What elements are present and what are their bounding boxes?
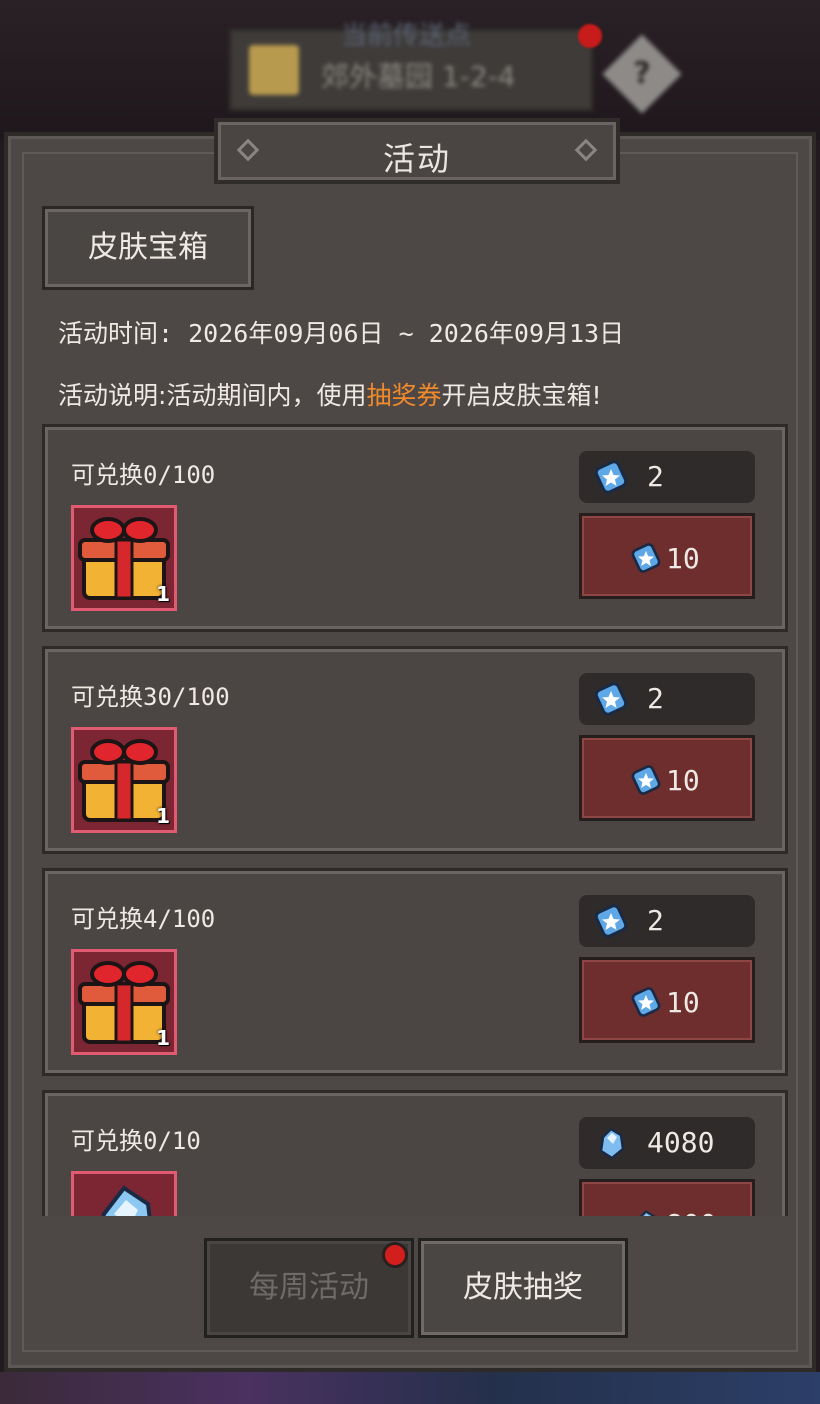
reward-slot[interactable]: 1 [71,949,177,1055]
owned-count: 2 [647,682,664,715]
notification-dot [382,1242,408,1268]
owned-count: 2 [647,904,664,937]
blue-gem-icon [639,1210,656,1216]
desc-label: 活动说明: [58,381,167,410]
location-name: 郊外墓园 1-2-4 [321,60,516,93]
time-label: 活动时间: [58,319,174,348]
desc-suffix: 开启皮肤宝箱! [441,381,602,410]
exchange-button[interactable]: 800 [579,1179,755,1216]
owned-tickets: 2 [579,451,755,503]
tab-skin-chest[interactable]: 皮肤宝箱 [42,206,254,290]
activity-time: 活动时间: 2026年09月06日 ~ 2026年09月13日 [58,314,624,350]
exchange-quota: 可兑换0/100 [71,461,216,489]
activity-panel: 活动 皮肤宝箱 活动时间: 2026年09月06日 ~ 2026年09月13日 … [4,118,816,1372]
exchange-price: 10 [666,542,700,575]
blue-gem-icon [599,1127,625,1160]
reward-slot[interactable] [71,1171,177,1216]
reward-slot[interactable]: 1 [71,505,177,611]
reward-count: 1 [156,582,170,606]
exchange-quota: 可兑换0/10 [71,1127,201,1155]
notification-dot [578,24,602,48]
exchange-card: 可兑换30/100 1 2 10 [42,646,788,854]
exchange-quota: 可兑换4/100 [71,905,216,933]
exchange-list[interactable]: 可兑换0/100 1 2 10 可兑换30/100 1 2 10 可兑换4/10… [42,424,788,1216]
exchange-card: 可兑换0/10 4080 800 [42,1090,788,1216]
owned-gems: 4080 [579,1117,755,1169]
tab-skin-draw[interactable]: 皮肤抽奖 [418,1238,628,1338]
time-value: 2026年09月06日 ~ 2026年09月13日 [188,319,625,348]
help-icon: ? [633,56,651,91]
lottery-ticket-icon [594,460,628,494]
background-bottom-strip [0,1372,820,1404]
desc-highlight: 抽奖券 [366,381,442,410]
exchange-button[interactable]: 10 [579,513,755,599]
help-button[interactable]: ? [602,34,682,114]
panel-title-tab: 活动 [214,118,620,184]
owned-tickets: 2 [579,673,755,725]
lottery-ticket-icon [594,904,628,938]
owned-tickets: 2 [579,895,755,947]
exchange-price: 800 [666,1208,717,1216]
lottery-ticket-icon [631,765,661,795]
exchange-button[interactable]: 10 [579,957,755,1043]
owned-count: 2 [647,460,664,493]
lottery-ticket-icon [631,543,661,573]
lottery-ticket-icon [594,682,628,716]
reward-slot[interactable]: 1 [71,727,177,833]
reward-count: 1 [156,804,170,828]
blue-gem-icon [101,1185,152,1216]
exchange-card: 可兑换0/100 1 2 10 [42,424,788,632]
lottery-ticket-icon [631,987,661,1017]
location-banner[interactable]: 当前传送点 郊外墓园 1-2-4 [228,21,594,112]
exchange-price: 10 [666,986,700,1019]
map-icon [249,45,299,95]
owned-count: 4080 [647,1126,715,1159]
exchange-card: 可兑换4/100 1 2 10 [42,868,788,1076]
exchange-quota: 可兑换30/100 [71,683,230,711]
reward-count: 1 [156,1026,170,1050]
exchange-price: 10 [666,764,700,797]
location-label: 当前传送点 [341,21,472,51]
activity-description: 活动说明:活动期间内，使用抽奖券开启皮肤宝箱! [58,376,602,412]
exchange-button[interactable]: 10 [579,735,755,821]
panel-title: 活动 [382,140,451,178]
desc-prefix: 活动期间内，使用 [166,381,367,410]
